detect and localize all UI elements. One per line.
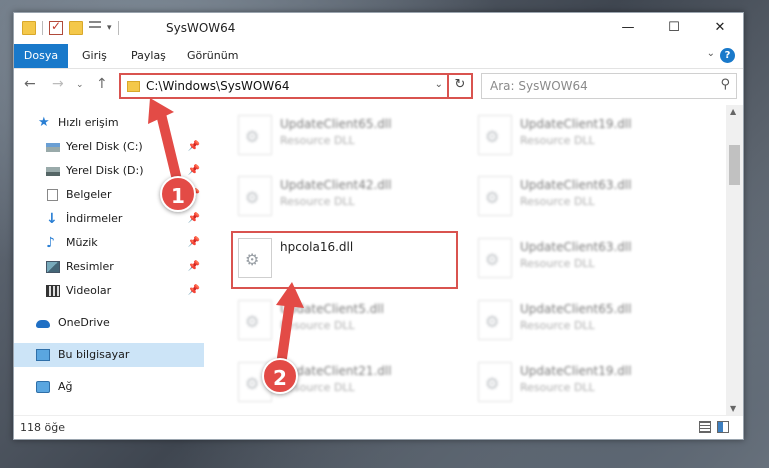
annotation-arrows (148, 98, 304, 377)
arrow-1-icon (155, 105, 183, 189)
step-2-badge: 2 (262, 358, 298, 394)
arrow-2-head-icon (276, 282, 304, 308)
step-1-badge: 1 (160, 176, 196, 212)
